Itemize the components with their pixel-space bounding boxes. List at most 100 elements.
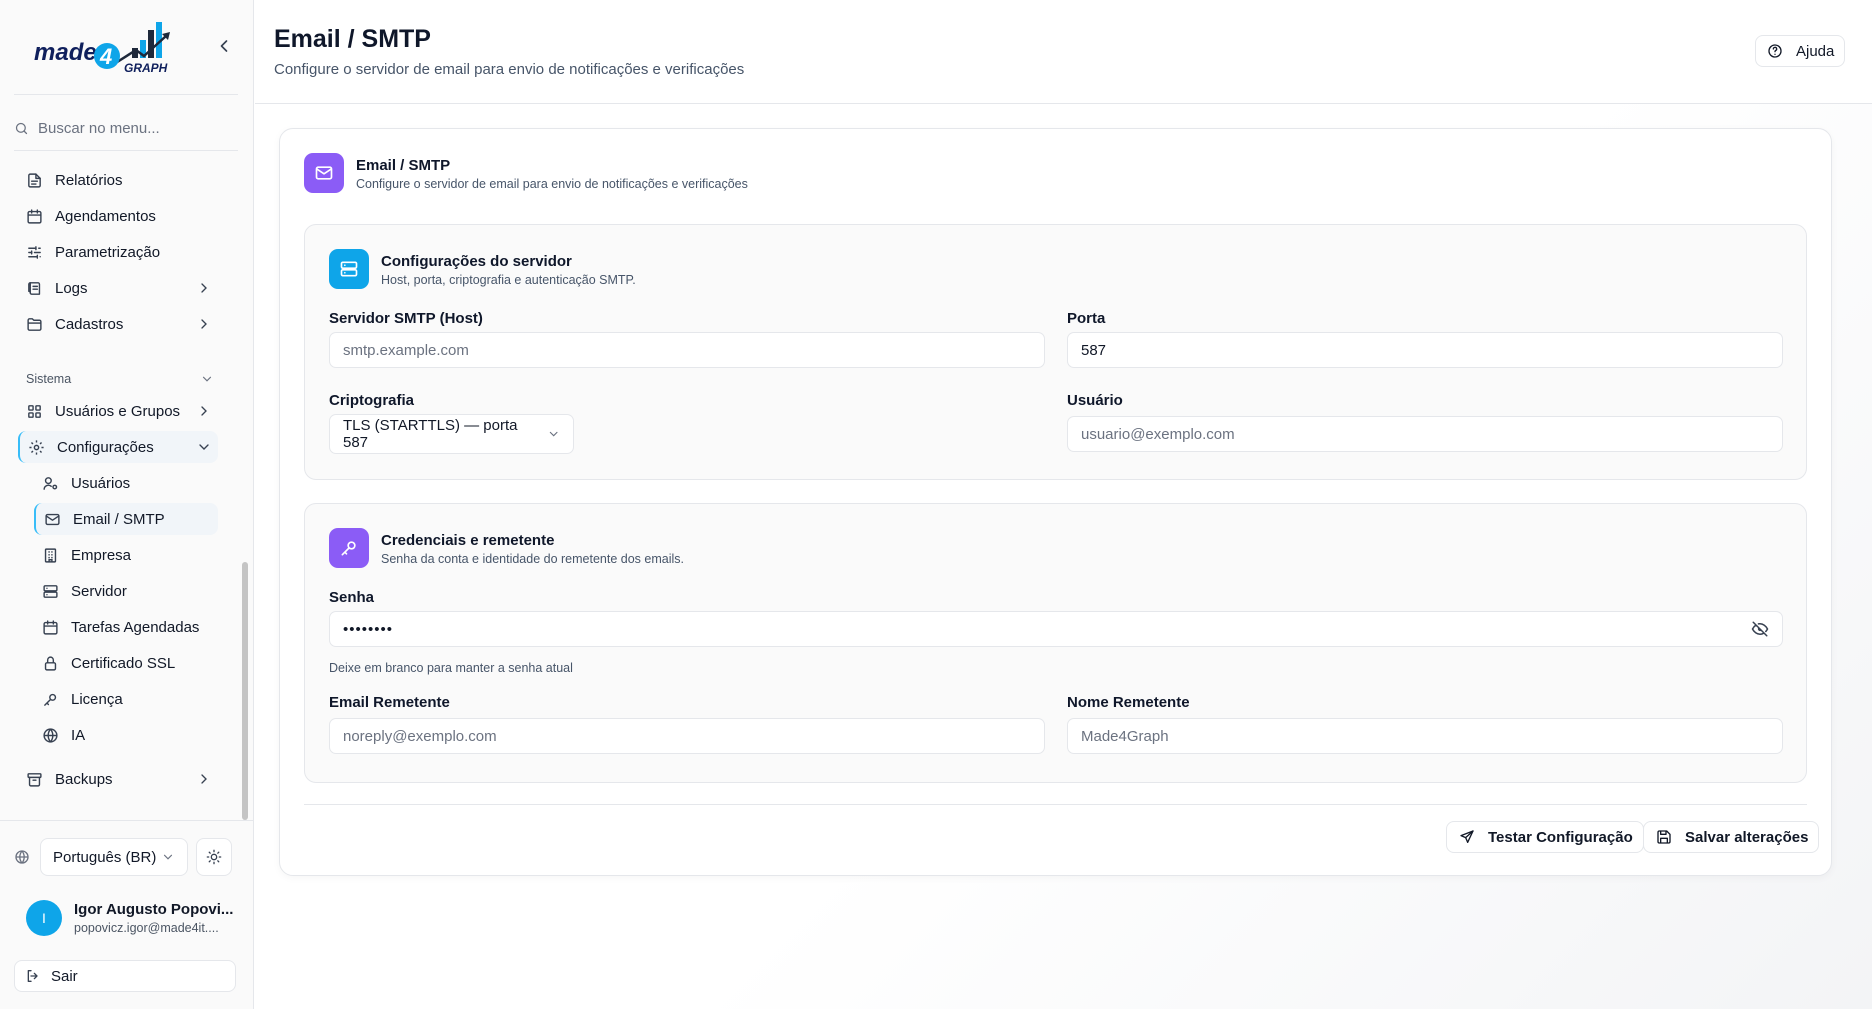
server-icon [42, 583, 59, 600]
mail-icon [44, 511, 61, 528]
credentials-section: Credenciais e remetente Senha da conta e… [304, 503, 1807, 783]
sidebar: made 4 GRAPH Relatórios Agendamentos Par… [0, 0, 254, 1009]
smtp-user-input[interactable] [1067, 416, 1783, 452]
file-text-icon [26, 172, 43, 189]
theme-toggle-button[interactable] [196, 838, 232, 876]
email-smtp-card: Email / SMTP Configure o servidor de ema… [279, 128, 1832, 876]
sliders-icon [26, 244, 43, 261]
page-title: Email / SMTP [274, 25, 431, 53]
logout-button[interactable]: Sair [14, 960, 236, 992]
card-header-icon-box [304, 153, 344, 193]
sender-name-input[interactable] [1067, 718, 1783, 754]
smtp-host-input[interactable] [329, 332, 1045, 368]
password-input[interactable] [329, 611, 1783, 647]
calendar-icon [26, 208, 43, 225]
sidebar-item-relatorios[interactable]: Relatórios [18, 164, 218, 196]
section-label-text: Sistema [26, 372, 72, 386]
sidebar-item-label: Configurações [57, 438, 154, 456]
globe-icon [42, 727, 59, 744]
sidebar-item-backups[interactable]: Backups [18, 763, 218, 795]
logo-chart-bars [113, 22, 170, 66]
main-content: Email / SMTP Configure o servidor de ema… [255, 0, 1872, 1009]
save-button[interactable]: Salvar alterações [1643, 821, 1820, 853]
made4graph-logo[interactable]: made 4 GRAPH [32, 20, 190, 74]
server-settings-section: Configurações do servidor Host, porta, c… [304, 224, 1807, 480]
port-input[interactable] [1067, 332, 1783, 368]
lock-icon [42, 655, 59, 672]
section-sistema[interactable]: Sistema [26, 372, 218, 386]
sidebar-item-agendamentos[interactable]: Agendamentos [18, 200, 218, 232]
menu-search[interactable] [14, 114, 238, 142]
divider [0, 820, 254, 821]
language-select[interactable]: Português (BR) [40, 838, 188, 876]
chevron-down-icon [161, 850, 175, 864]
sidebar-item-label: Usuários [71, 474, 131, 492]
sidebar-item-label: Email / SMTP [73, 510, 165, 528]
sidebar-subitem-empresa[interactable]: Empresa [34, 539, 218, 571]
sidebar-subitem-ia[interactable]: IA [34, 719, 218, 751]
smtp-user-label: Usuário [1067, 392, 1123, 409]
search-icon [14, 121, 29, 136]
key-icon [42, 691, 59, 708]
calendar-icon [42, 619, 59, 636]
send-icon [1459, 829, 1475, 845]
sidebar-item-logs[interactable]: Logs [18, 272, 218, 304]
logout-icon [25, 968, 41, 984]
page-header: Email / SMTP Configure o servidor de ema… [255, 0, 1872, 104]
sidebar-item-label: Tarefas Agendadas [71, 618, 200, 636]
key-icon [339, 538, 359, 558]
sidebar-item-label: Agendamentos [55, 207, 156, 225]
test-config-button[interactable]: Testar Configuração [1446, 821, 1644, 853]
port-label: Porta [1067, 310, 1106, 327]
divider [14, 94, 238, 95]
sidebar-item-label: Servidor [71, 582, 127, 600]
chevron-right-icon [196, 771, 212, 787]
sidebar-item-parametrizacao[interactable]: Parametrização [18, 236, 218, 268]
sidebar-item-usuarios-grupos[interactable]: Usuários e Grupos [18, 395, 218, 427]
logout-label: Sair [51, 967, 78, 985]
sidebar-item-label: Cadastros [55, 315, 124, 333]
language-value: Português (BR) [53, 848, 157, 866]
credentials-section-title: Credenciais e remetente [381, 532, 555, 549]
search-input[interactable] [38, 119, 228, 137]
user-cog-icon [42, 475, 59, 492]
credentials-section-subtitle: Senha da conta e identidade do remetente… [381, 552, 684, 566]
chevron-left-icon[interactable] [214, 36, 234, 56]
sidebar-subitem-certificado-ssl[interactable]: Certificado SSL [34, 647, 218, 679]
avatar: I [26, 900, 62, 936]
help-button[interactable]: Ajuda [1755, 35, 1845, 67]
svg-text:made: made [34, 39, 97, 66]
sender-name-label: Nome Remetente [1067, 694, 1190, 711]
sidebar-item-label: Empresa [71, 546, 132, 564]
sender-email-input[interactable] [329, 718, 1045, 754]
logs-icon [26, 280, 43, 297]
grid-icon [26, 403, 43, 420]
crypto-label: Criptografia [329, 392, 415, 409]
sun-icon [206, 849, 222, 865]
user-email: popovicz.igor@made4it.... [74, 921, 219, 935]
globe-icon [14, 849, 30, 865]
sidebar-subitem-usuarios[interactable]: Usuários [34, 467, 218, 499]
sidebar-subitem-tarefas-agendadas[interactable]: Tarefas Agendadas [34, 611, 218, 643]
sidebar-item-label: Backups [55, 770, 113, 788]
sidebar-item-configuracoes[interactable]: Configurações [18, 431, 218, 463]
user-name: Igor Augusto Popovi... [74, 901, 234, 918]
chevron-right-icon [196, 403, 212, 419]
password-hint: Deixe em branco para manter a senha atua… [329, 661, 573, 675]
sidebar-subitem-email-smtp[interactable]: Email / SMTP [34, 503, 218, 535]
eye-off-icon[interactable] [1751, 620, 1769, 638]
card-title: Email / SMTP [356, 157, 451, 174]
sidebar-subitem-servidor[interactable]: Servidor [34, 575, 218, 607]
crypto-select[interactable]: TLS (STARTTLS) — porta 587 [329, 414, 574, 454]
credentials-section-icon-box [329, 528, 369, 568]
sidebar-item-cadastros[interactable]: Cadastros [18, 308, 218, 340]
sidebar-scrollbar[interactable] [242, 562, 248, 820]
sidebar-subitem-licenca[interactable]: Licença [34, 683, 218, 715]
chevron-right-icon [196, 316, 212, 332]
sidebar-item-label: Parametrização [55, 243, 161, 261]
password-label: Senha [329, 589, 375, 606]
archive-icon [26, 771, 43, 788]
server-icon [339, 259, 359, 279]
chevron-right-icon [196, 280, 212, 296]
user-profile[interactable]: I Igor Augusto Popovi... popovicz.igor@m… [26, 900, 233, 936]
